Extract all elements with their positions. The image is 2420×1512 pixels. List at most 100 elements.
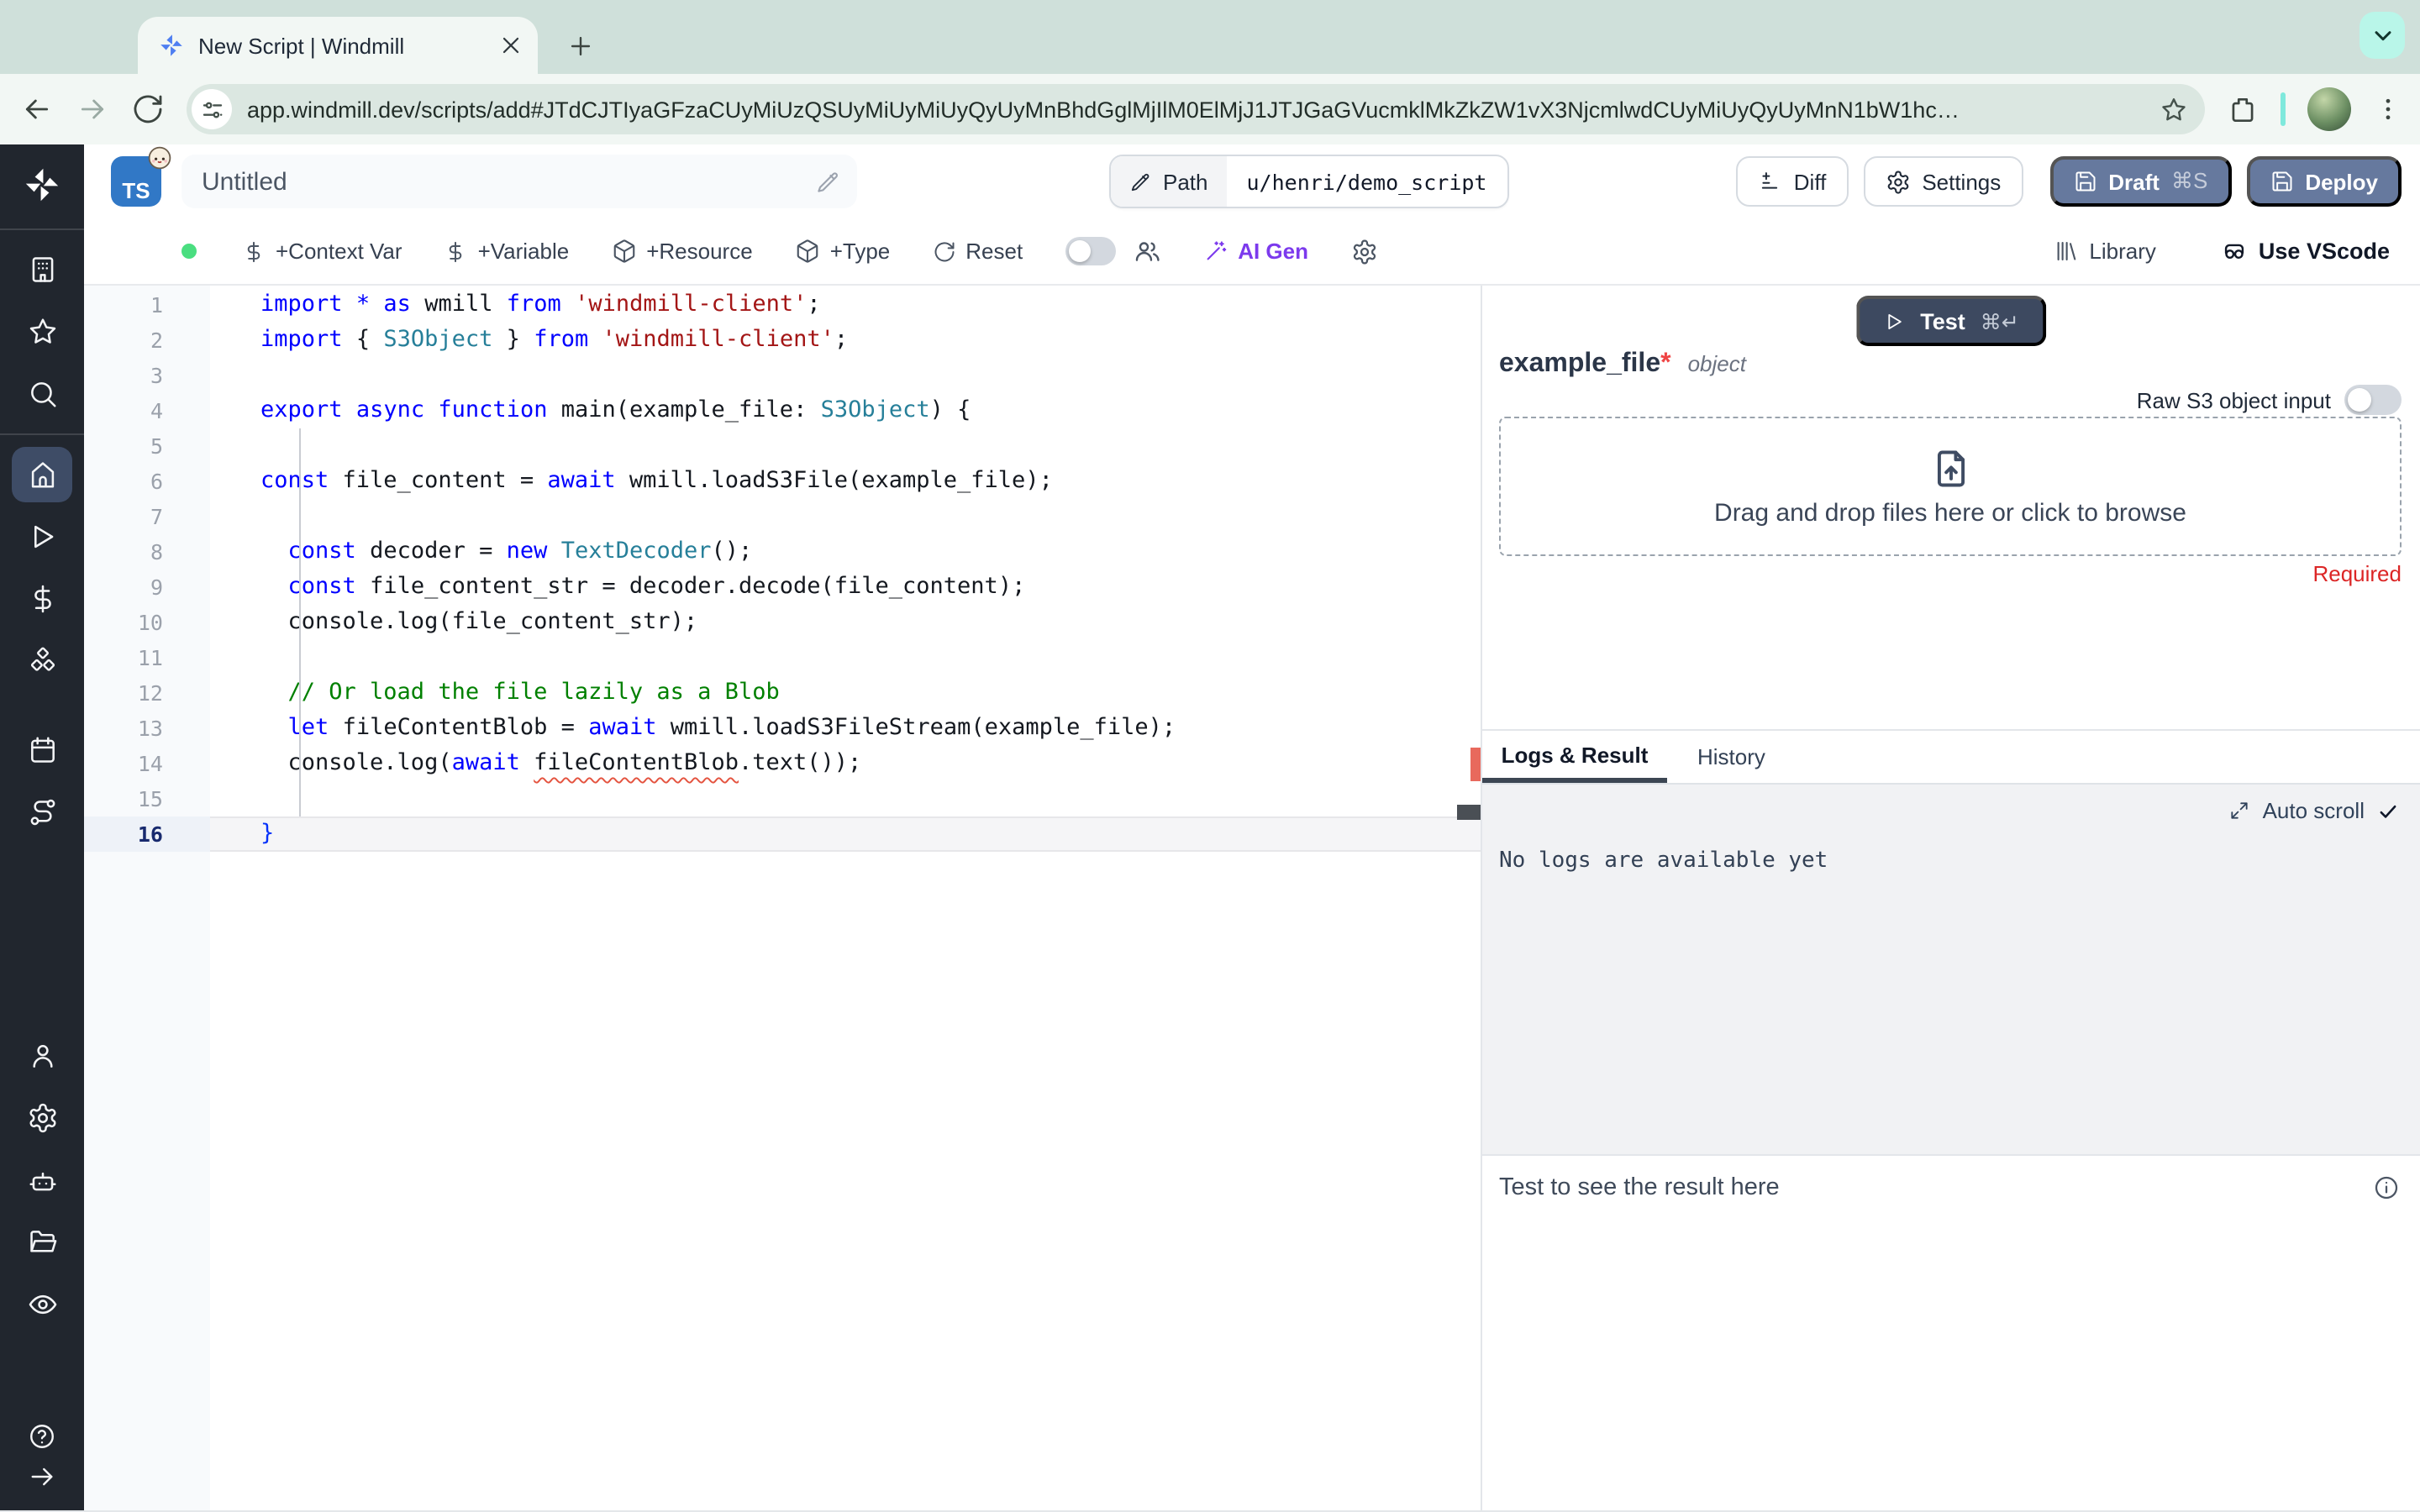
new-tab-button[interactable]: [556, 22, 603, 69]
editor-scrollbar-thumb[interactable]: [1457, 805, 1481, 820]
site-settings-icon[interactable]: [192, 89, 232, 129]
code-line[interactable]: [210, 640, 1481, 675]
back-icon[interactable]: [20, 92, 54, 126]
path-value: u/henri/demo_script: [1246, 169, 1487, 194]
code-line[interactable]: }: [210, 816, 1481, 852]
tab-close-icon[interactable]: [497, 32, 524, 59]
code-line-row[interactable]: 5: [84, 428, 1481, 464]
code-line[interactable]: let fileContentBlob = await wmill.loadS3…: [210, 711, 1481, 746]
browser-tab[interactable]: New Script | Windmill: [138, 17, 538, 74]
code-line[interactable]: [210, 499, 1481, 534]
script-title-input[interactable]: Untitled: [182, 155, 857, 208]
reset-button[interactable]: Reset: [932, 239, 1023, 264]
browser-profile-chevron-button[interactable]: [2360, 12, 2405, 59]
sidebar-item-audit[interactable]: [12, 1277, 72, 1332]
sidebar-item-search[interactable]: [12, 366, 72, 422]
code-line-row[interactable]: 14 console.log(await fileContentBlob.tex…: [84, 746, 1481, 781]
expand-icon[interactable]: [2229, 800, 2251, 822]
code-editor[interactable]: 1 import * as wmill from 'windmill-client…: [84, 286, 1481, 1510]
path-control[interactable]: Path u/henri/demo_script: [1109, 155, 1509, 208]
file-dropzone[interactable]: Drag and drop files here or click to bro…: [1499, 417, 2402, 556]
code-line-row[interactable]: 6 const file_content = await wmill.loadS3…: [84, 464, 1481, 499]
route-icon: [26, 796, 58, 828]
tab-history[interactable]: History: [1667, 731, 1796, 783]
toggle-knob: [1068, 240, 1091, 262]
sidebar-item-settings[interactable]: [12, 1090, 72, 1146]
code-line-row[interactable]: 16}: [84, 816, 1481, 852]
bookmark-star-icon[interactable]: [2160, 95, 2188, 123]
info-icon[interactable]: [2373, 1174, 2400, 1201]
sidebar-item-help[interactable]: [12, 1418, 72, 1455]
editor-settings-gear-icon[interactable]: [1350, 238, 1377, 265]
typescript-badge[interactable]: TS: [111, 146, 171, 207]
diff-label: Diff: [1793, 169, 1827, 194]
extensions-icon[interactable]: [2227, 93, 2259, 125]
sidebar-item-workers[interactable]: [12, 1152, 72, 1208]
code-line-row[interactable]: 3: [84, 358, 1481, 393]
add-type-button[interactable]: +Type: [795, 239, 890, 264]
code-line[interactable]: // Or load the file lazily as a Blob: [210, 675, 1481, 711]
sidebar-item-resources[interactable]: [12, 633, 72, 689]
sidebar-item-variables[interactable]: [12, 571, 72, 627]
auto-scroll-control[interactable]: Auto scroll: [2229, 798, 2400, 823]
settings-button[interactable]: Settings: [1863, 156, 2023, 207]
address-bar[interactable]: app.windmill.dev/scripts/add#JTdCJTIyaGF…: [187, 84, 2205, 134]
use-vscode-button[interactable]: Use VScode: [2220, 237, 2390, 265]
sidebar-item-runs[interactable]: [12, 509, 72, 564]
code-line-row[interactable]: 15: [84, 781, 1481, 816]
sidebar-item-favorites[interactable]: [12, 304, 72, 360]
tab-logs-result[interactable]: Logs & Result: [1482, 731, 1667, 783]
sidebar-item-folders[interactable]: [12, 1215, 72, 1270]
reload-icon[interactable]: [131, 92, 165, 126]
sidebar-item-flows[interactable]: [12, 785, 72, 840]
code-line[interactable]: import * as wmill from 'windmill-client'…: [210, 287, 1481, 323]
library-button[interactable]: Library: [2054, 239, 2156, 264]
add-context-var-button[interactable]: +Context Var: [242, 239, 402, 264]
line-number: 16: [84, 816, 210, 852]
buildings-icon: [26, 254, 58, 286]
multiplayer-toggle[interactable]: [1065, 237, 1116, 265]
code-line-row[interactable]: 4 export async function main(example_file…: [84, 393, 1481, 428]
code-line-row[interactable]: 10 console.log(file_content_str);: [84, 605, 1481, 640]
code-line[interactable]: console.log(await fileContentBlob.text()…: [210, 746, 1481, 781]
sidebar-item-home[interactable]: [12, 447, 72, 502]
code-line-row[interactable]: 11: [84, 640, 1481, 675]
code-line[interactable]: const decoder = new TextDecoder();: [210, 534, 1481, 570]
code-line[interactable]: [210, 358, 1481, 393]
diff-button[interactable]: Diff: [1736, 156, 1849, 207]
package-icon: [795, 239, 820, 264]
code-line-row[interactable]: 8 const decoder = new TextDecoder();: [84, 534, 1481, 570]
code-line-row[interactable]: 9 const file_content_str = decoder.decod…: [84, 570, 1481, 605]
browser-avatar[interactable]: [2307, 87, 2351, 131]
windmill-logo-icon[interactable]: [22, 165, 62, 205]
sidebar-expand-button[interactable]: [12, 1458, 72, 1495]
code-line[interactable]: import { S3Object } from 'windmill-clien…: [210, 323, 1481, 358]
code-line[interactable]: const file_content = await wmill.loadS3F…: [210, 464, 1481, 499]
url-text[interactable]: app.windmill.dev/scripts/add#JTdCJTIyaGF…: [247, 97, 2160, 122]
code-line[interactable]: console.log(file_content_str);: [210, 605, 1481, 640]
test-button[interactable]: Test ⌘↵: [1856, 296, 2046, 346]
path-edit-button[interactable]: Path: [1111, 156, 1227, 207]
forward-icon[interactable]: [76, 92, 109, 126]
code-line-row[interactable]: 13 let fileContentBlob = await wmill.loa…: [84, 711, 1481, 746]
browser-menu-icon[interactable]: [2373, 94, 2403, 124]
code-line[interactable]: [210, 428, 1481, 464]
add-resource-button[interactable]: +Resource: [611, 239, 753, 264]
line-number: 13: [84, 711, 210, 746]
code-line[interactable]: const file_content_str = decoder.decode(…: [210, 570, 1481, 605]
code-line-row[interactable]: 1 import * as wmill from 'windmill-client…: [84, 287, 1481, 323]
code-line-row[interactable]: 12 // Or load the file lazily as a Blob: [84, 675, 1481, 711]
sidebar-item-schedules[interactable]: [12, 722, 72, 778]
draft-button[interactable]: Draft ⌘S: [2049, 156, 2232, 207]
code-line[interactable]: [210, 781, 1481, 816]
code-line-row[interactable]: 2 import { S3Object } from 'windmill-clie…: [84, 323, 1481, 358]
raw-s3-toggle[interactable]: [2344, 385, 2402, 415]
edit-title-pencil-icon[interactable]: [815, 169, 840, 194]
sidebar-item-users[interactable]: [12, 1028, 72, 1084]
add-variable-button[interactable]: +Variable: [445, 239, 569, 264]
deploy-button[interactable]: Deploy: [2246, 156, 2402, 207]
code-line[interactable]: export async function main(example_file:…: [210, 393, 1481, 428]
sidebar-item-workspace[interactable]: [12, 242, 72, 297]
code-line-row[interactable]: 7: [84, 499, 1481, 534]
ai-gen-button[interactable]: AI Gen: [1202, 239, 1308, 264]
